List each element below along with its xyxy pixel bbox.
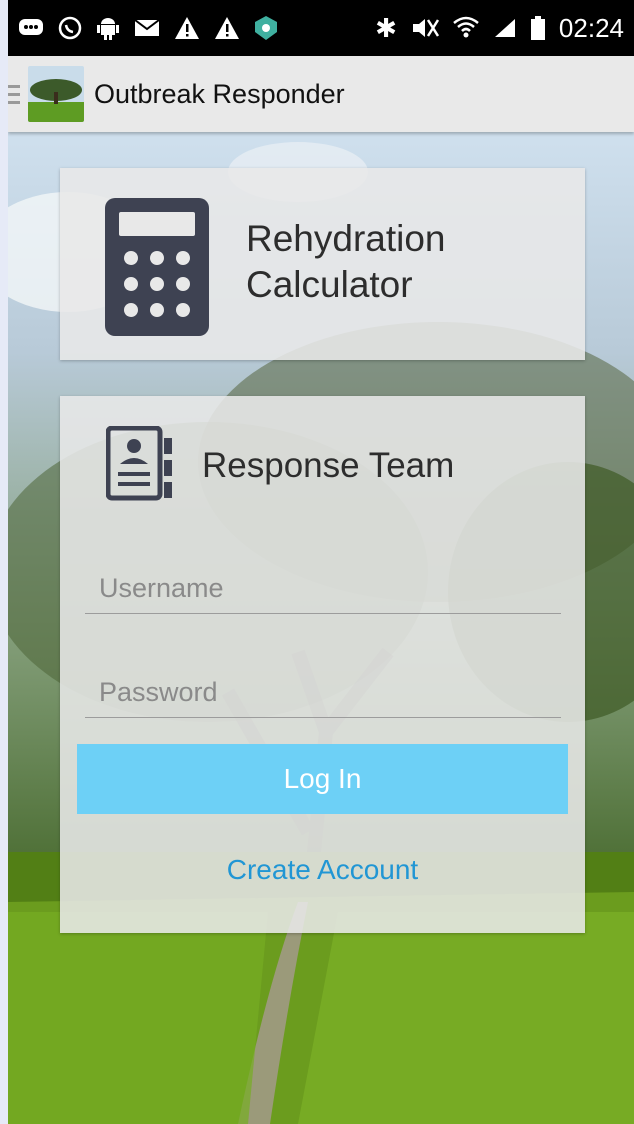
bluetooth-icon: ✱ (375, 12, 397, 43)
app-title: Outbreak Responder (94, 78, 345, 109)
rehydration-calculator-label: Rehydration Calculator (246, 218, 446, 305)
mail-icon (134, 19, 160, 36)
create-account-link[interactable]: Create Account (60, 854, 585, 886)
warning-icon (215, 17, 239, 39)
username-field[interactable] (85, 564, 561, 614)
rehydration-calculator-card[interactable]: Rehydration Calculator (60, 168, 585, 360)
message-icon (19, 19, 43, 35)
battery-icon (530, 16, 545, 40)
status-time: 02:24 (558, 12, 624, 43)
notification-icons (18, 15, 278, 41)
warning-icon (175, 17, 199, 39)
signal-icon (494, 19, 515, 37)
drawer-menu-icon[interactable] (8, 84, 22, 104)
log-in-button[interactable]: Log In (77, 744, 568, 814)
contact-book-icon (106, 426, 172, 501)
whatsapp-icon (58, 16, 82, 40)
shield-icon (255, 16, 277, 40)
response-team-login-card: Response Team Log In Create Account (60, 396, 585, 933)
response-team-title: Response Team (202, 446, 455, 485)
calculator-icon (105, 198, 209, 336)
android-icon (97, 18, 119, 40)
password-field[interactable] (85, 668, 561, 718)
status-bar: ✱ 02:24 (8, 0, 634, 56)
app-screen: ✱ 02:24 Outbreak Responder Rehydration C… (8, 0, 634, 1124)
action-bar: Outbreak Responder (8, 56, 634, 132)
wifi-icon (453, 16, 479, 38)
app-logo (28, 66, 84, 122)
mute-icon (412, 19, 439, 37)
system-icons: ✱ 02:24 (375, 13, 624, 44)
